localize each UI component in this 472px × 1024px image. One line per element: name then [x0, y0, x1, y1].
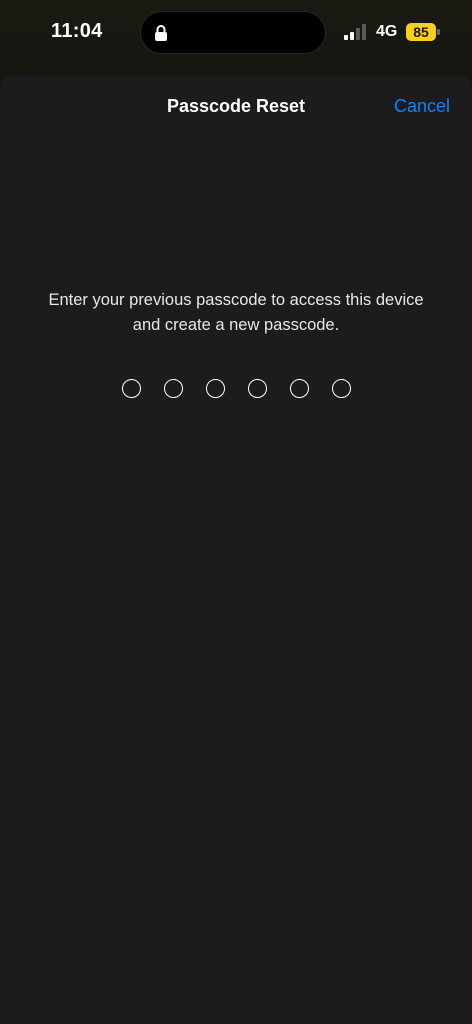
- instructions-line-2: and create a new passcode.: [132, 316, 340, 334]
- instructions-line-1: Enter your previous passcode to access t…: [48, 291, 424, 309]
- passcode-dot: [331, 379, 351, 398]
- passcode-dot: [121, 379, 141, 398]
- passcode-dot: [247, 379, 267, 398]
- dynamic-island: [141, 12, 325, 53]
- battery-level: 85: [413, 24, 429, 40]
- cancel-button[interactable]: Cancel: [394, 96, 450, 117]
- passcode-dot: [289, 379, 309, 398]
- status-time: 11:04: [51, 20, 103, 42]
- battery-cap: [437, 29, 440, 35]
- status-bar: 11:04 4G 85: [0, 0, 472, 66]
- passcode-dots[interactable]: [0, 379, 472, 398]
- instructions-text: Enter your previous passcode to access t…: [20, 288, 452, 338]
- passcode-reset-sheet: Passcode Reset Cancel Enter your previou…: [0, 76, 472, 1024]
- screen: 11:04 4G 85 Passcode Reset Cancel Enter …: [0, 0, 472, 1024]
- passcode-dot: [205, 379, 225, 398]
- signal-bars-icon: [344, 24, 366, 40]
- lock-icon: [155, 25, 167, 41]
- network-label: 4G: [376, 23, 398, 40]
- battery-icon: 85: [406, 23, 436, 41]
- passcode-dot: [163, 379, 183, 398]
